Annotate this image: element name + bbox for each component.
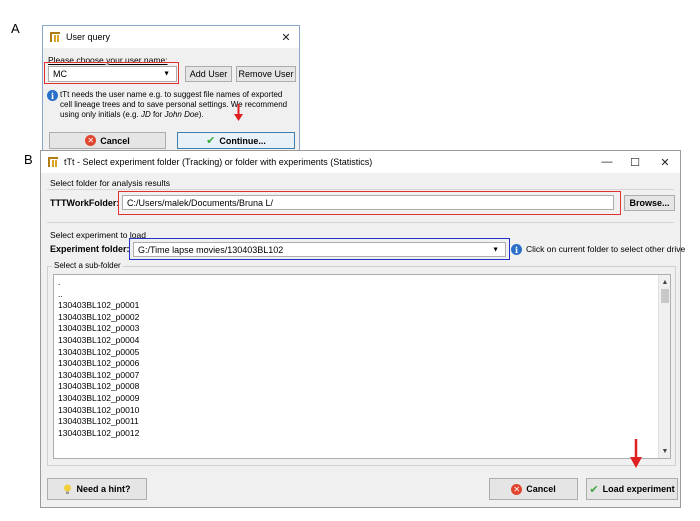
window-title: tTt - Select experiment folder (Tracking… (64, 157, 373, 167)
workfolder-label: TTTWorkFolder: (50, 198, 120, 208)
list-item[interactable]: 130403BL102_p0010 (54, 405, 670, 417)
results-section-label: Select folder for analysis results (50, 178, 170, 188)
list-item[interactable]: 130403BL102_p0011 (54, 416, 670, 428)
scroll-thumb[interactable] (661, 289, 669, 303)
window-titlebar: tTt - Select experiment folder (Tracking… (41, 151, 680, 173)
maximize-icon[interactable]: ☐ (628, 151, 642, 173)
panel-label-a: A (11, 21, 20, 36)
check-icon: ✔ (206, 135, 216, 147)
list-item[interactable]: 130403BL102_p0003 (54, 323, 670, 335)
workfolder-highlight (118, 191, 621, 215)
cancel-icon: ✕ (85, 135, 97, 146)
browse-button[interactable]: Browse... (624, 195, 675, 211)
lightbulb-icon (64, 484, 72, 494)
experiment-folder-highlight (129, 238, 510, 260)
list-item[interactable]: 130403BL102_p0005 (54, 347, 670, 359)
dialog-title: User query (66, 32, 111, 42)
select-folder-window: tTt - Select experiment folder (Tracking… (40, 150, 685, 508)
user-query-dialog: User query ✕ Please choose your user nam… (42, 25, 300, 154)
scroll-down-icon[interactable]: ▼ (659, 445, 670, 457)
cancel-button[interactable]: ✕ Cancel (49, 132, 166, 149)
user-select-highlight (44, 62, 179, 84)
info-icon: i (47, 90, 58, 101)
close-icon[interactable]: ✕ (658, 151, 672, 173)
section-divider (47, 222, 674, 223)
list-item[interactable]: 130403BL102_p0006 (54, 358, 670, 370)
subfolder-group: Select a sub-folder ... 130403BL102_p0001… (47, 261, 676, 466)
list-scrollbar[interactable]: ▲ ▼ (658, 275, 670, 458)
cancel-button[interactable]: ✕ Cancel (489, 478, 578, 500)
list-item[interactable]: 130403BL102_p0012 (54, 428, 670, 440)
experiment-folder-label: Experiment folder: (50, 244, 130, 254)
minimize-icon[interactable]: — (600, 151, 614, 173)
close-icon[interactable]: ✕ (279, 26, 293, 48)
load-experiment-button[interactable]: ✔ Load experiment (586, 478, 678, 500)
subfolder-items: ... 130403BL102_p0001 130403BL102_p0002 130… (54, 275, 670, 439)
red-arrow-icon (630, 439, 642, 468)
cancel-icon: ✕ (511, 483, 523, 495)
subfolder-list[interactable]: ... 130403BL102_p0001 130403BL102_p0002 130… (53, 274, 671, 459)
dialog-titlebar: User query ✕ (43, 26, 299, 48)
list-item[interactable]: . (54, 277, 670, 289)
info-icon: i (511, 244, 522, 255)
subfolder-group-label: Select a sub-folder (52, 261, 123, 270)
list-item[interactable]: .. (54, 289, 670, 301)
scroll-up-icon[interactable]: ▲ (659, 276, 670, 288)
hint-button[interactable]: Need a hint? (47, 478, 147, 500)
check-icon: ✔ (589, 483, 599, 496)
red-arrow-icon (234, 104, 243, 121)
list-item[interactable]: 130403BL102_p0008 (54, 381, 670, 393)
add-user-button[interactable]: Add User (185, 66, 232, 82)
drive-hint: Click on current folder to select other … (526, 244, 686, 254)
info-text: tTt needs the user name e.g. to suggest … (60, 90, 288, 119)
remove-user-button[interactable]: Remove User (236, 66, 296, 82)
ttt-app-icon (49, 31, 61, 43)
list-item[interactable]: 130403BL102_p0001 (54, 300, 670, 312)
panel-label-b: B (24, 152, 33, 167)
continue-button[interactable]: ✔ Continue... (177, 132, 295, 149)
list-item[interactable]: 130403BL102_p0004 (54, 335, 670, 347)
section-divider (47, 189, 674, 190)
ttt-app-icon (47, 156, 59, 168)
list-item[interactable]: 130403BL102_p0002 (54, 312, 670, 324)
list-item[interactable]: 130403BL102_p0009 (54, 393, 670, 405)
list-item[interactable]: 130403BL102_p0007 (54, 370, 670, 382)
